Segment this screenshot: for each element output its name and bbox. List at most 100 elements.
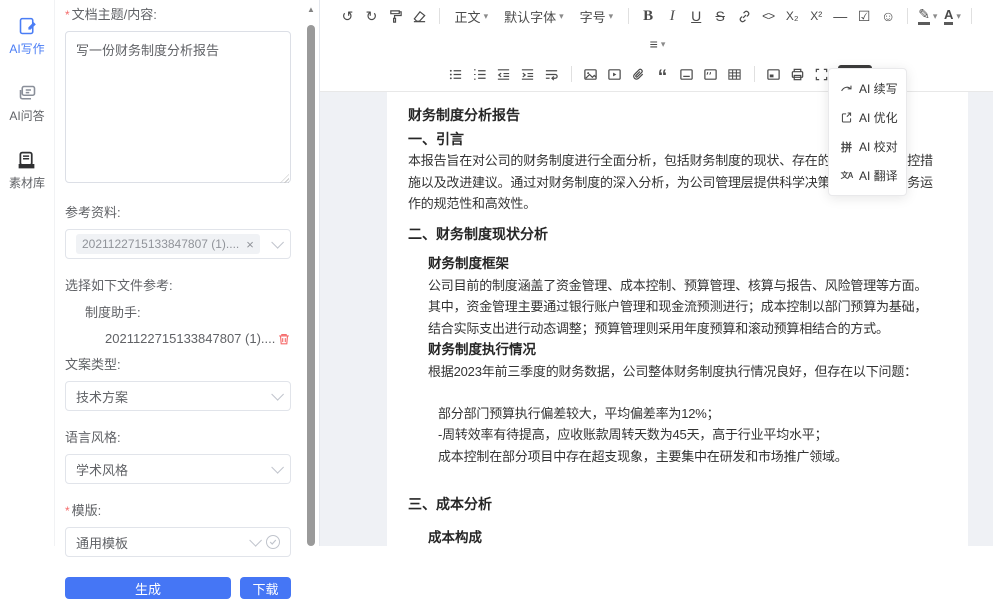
redo-button[interactable]: ↻ [360, 3, 384, 29]
attach-file-button[interactable] [627, 61, 651, 87]
toolbar-divider [571, 66, 572, 82]
link-button[interactable] [732, 3, 756, 29]
template-select[interactable]: 通用模板 [65, 527, 291, 557]
ordered-list-icon [472, 67, 487, 82]
caret-down-icon: ▾ [484, 11, 489, 22]
italic-button[interactable]: I [660, 3, 684, 29]
print-button[interactable] [786, 61, 810, 87]
doc-paragraph-line: 公司目前的制度涵盖了资金管理、成本控制、预算管理、核算与报告、风险管理等方面。 [408, 275, 948, 297]
nav-item-ai-qa[interactable]: AI问答 [9, 83, 44, 124]
doc-subheading-execution: 财务制度执行情况 [408, 339, 948, 361]
ai-menu-item-proofread[interactable]: 拼 AI 校对 [829, 132, 906, 161]
generate-button[interactable]: 生成 [65, 577, 231, 599]
ai-continue-icon [840, 82, 853, 95]
font-family-dropdown[interactable]: 默认字体▾ [496, 3, 572, 29]
ai-proofread-icon: 拼 [840, 139, 853, 155]
indent-icon [520, 67, 535, 82]
doc-list-item: 成本控制在部分项目中存在超支现象，主要集中在研发和市场推广领域。 [408, 446, 948, 468]
clear-format-button[interactable] [408, 3, 432, 29]
nav-label-library: 素材库 [9, 174, 45, 191]
superscript-button[interactable]: X² [804, 3, 828, 29]
line-break-button[interactable] [540, 61, 564, 87]
font-color-dropdown[interactable]: A▾ [940, 3, 964, 29]
template-value: 通用模板 [76, 533, 128, 552]
doc-subheading-cost-structure: 成本构成 [408, 527, 948, 546]
undo-button[interactable]: ↺ [336, 3, 360, 29]
reference-file-tag: 2021122715133847807 (1).... × [76, 234, 260, 254]
subscript-button[interactable]: X₂ [780, 3, 804, 29]
reference-select[interactable]: 2021122715133847807 (1).... × [65, 229, 291, 259]
check-circle-icon [266, 535, 280, 549]
bullet-list-button[interactable] [444, 61, 468, 87]
topic-input[interactable]: 写一份财务制度分析报告 [65, 31, 291, 183]
required-asterisk: * [65, 8, 70, 22]
caret-down-icon: ▾ [661, 39, 666, 50]
template-select-icons [249, 535, 280, 549]
attachment-icon [631, 67, 646, 82]
nav-label-ai-writing: AI写作 [9, 40, 44, 57]
toolbar-divider [971, 8, 972, 24]
nav-item-ai-writing[interactable]: AI写作 [9, 16, 44, 57]
table-icon [727, 67, 742, 82]
paragraph-style-value: 正文 [455, 7, 481, 26]
format-painter-button[interactable] [384, 3, 408, 29]
bold-button[interactable]: B [636, 3, 660, 29]
panel-scrollbar[interactable]: ▲ [306, 0, 317, 546]
doc-paragraph-line: 其中，资金管理主要通过银行账户管理和现金流预测进行；成本控制以部门预算为基础， [408, 296, 948, 318]
required-asterisk: * [65, 504, 70, 518]
ai-translate-icon: 文A [840, 170, 853, 181]
ai-menu-item-label: AI 翻译 [859, 167, 898, 184]
video-icon [607, 67, 622, 82]
reference-label: 参考资料: [65, 202, 291, 221]
style-select[interactable]: 学术风格 [65, 454, 291, 484]
underline-button[interactable]: U [684, 3, 708, 29]
ai-menu-item-continue[interactable]: AI 续写 [829, 74, 906, 103]
delete-file-icon[interactable] [277, 332, 291, 346]
remove-tag-icon[interactable]: × [246, 238, 254, 251]
file-reference-row: 2021122715133847807 (1).... [65, 331, 291, 346]
app-window: AI写作 AI问答 素材库 *文档主题/内容: 写一份财务制度分析报告 参考资料… [0, 0, 993, 546]
ordered-list-button[interactable] [468, 61, 492, 87]
horizontal-rule-button[interactable]: — [828, 3, 852, 29]
ai-writing-icon [17, 16, 38, 37]
doc-heading-status: 二、财务制度现状分析 [408, 223, 948, 245]
panel-scrollbar-thumb[interactable] [307, 25, 315, 546]
toolbar-divider [907, 8, 908, 24]
divider-block-button[interactable] [675, 61, 699, 87]
download-button[interactable]: 下载 [240, 577, 291, 599]
embed-button[interactable] [762, 61, 786, 87]
font-size-dropdown[interactable]: 字号▾ [572, 3, 622, 29]
blockquote-button[interactable]: “ [651, 61, 675, 87]
library-icon [16, 150, 37, 171]
strikethrough-button[interactable]: S [708, 3, 732, 29]
embed-icon [766, 67, 781, 82]
bullet-list-icon [448, 67, 463, 82]
ai-menu-item-translate[interactable]: 文A AI 翻译 [829, 161, 906, 190]
outdent-button[interactable] [492, 61, 516, 87]
fullscreen-icon [814, 67, 829, 82]
insert-table-button[interactable] [723, 61, 747, 87]
insert-video-button[interactable] [603, 61, 627, 87]
style-value: 学术风格 [76, 460, 128, 479]
emoji-button[interactable]: ☺ [876, 3, 900, 29]
doc-type-select[interactable]: 技术方案 [65, 381, 291, 411]
indent-button[interactable] [516, 61, 540, 87]
callout-button[interactable] [699, 61, 723, 87]
divider-block-icon [679, 67, 694, 82]
file-group-label: 制度助手: [65, 302, 291, 321]
ai-menu-item-optimize[interactable]: AI 优化 [829, 103, 906, 132]
chevron-down-icon [271, 236, 284, 249]
undo-icon: ↺ [342, 8, 354, 25]
align-dropdown[interactable]: ≡▾ [646, 31, 670, 57]
insert-image-button[interactable] [579, 61, 603, 87]
inline-code-button[interactable]: <> [756, 3, 780, 29]
image-icon [583, 67, 598, 82]
task-checkbox-button[interactable]: ☑ [852, 3, 876, 29]
scrollbar-up-arrow[interactable]: ▲ [307, 5, 315, 14]
highlight-color-dropdown[interactable]: ✎▾ [915, 3, 940, 29]
chevron-down-icon [249, 534, 262, 547]
caret-down-icon: ▾ [559, 11, 564, 22]
editor-column: ↺ ↻ 正文▾ 默认字体▾ 字号▾ B I U S [320, 0, 993, 546]
paragraph-style-dropdown[interactable]: 正文▾ [447, 3, 497, 29]
nav-item-library[interactable]: 素材库 [9, 150, 45, 191]
